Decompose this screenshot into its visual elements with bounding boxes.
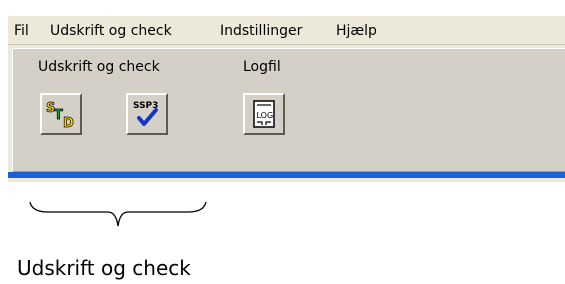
menubar: Fil Udskrift og check Indstillinger Hjæl… [8, 16, 565, 45]
group-label-logfil: Logfil [243, 59, 281, 75]
std-icon-t: T [54, 108, 63, 123]
menu-udskrift-og-check[interactable]: Udskrift og check [50, 22, 172, 40]
ssp3-check-button[interactable]: SSP3 [126, 93, 168, 135]
toolbar: Udskrift og check Logfil S T D SSP3 LOG [12, 48, 565, 172]
menu-fil[interactable]: Fil [14, 22, 29, 40]
annotation-caption: Udskrift og check [17, 256, 191, 280]
app-window: Fil Udskrift og check Indstillinger Hjæl… [8, 16, 565, 182]
std-icon-d: D [63, 116, 74, 130]
ssp3-check-icon: SSP3 [133, 101, 158, 126]
menu-hjaelp[interactable]: Hjælp [336, 22, 377, 40]
logfil-button[interactable]: LOG [243, 93, 285, 135]
group-label-udskrift: Udskrift og check [38, 59, 160, 75]
curly-brace-annotation [29, 201, 207, 227]
log-icon-text: LOG [257, 111, 274, 120]
window-bottom-border [8, 172, 565, 178]
checkmark-icon [137, 108, 158, 126]
std-icon: S T D [46, 101, 75, 130]
log-file-icon: LOG [253, 100, 275, 128]
menu-indstillinger[interactable]: Indstillinger [220, 22, 302, 40]
std-button[interactable]: S T D [40, 93, 82, 135]
